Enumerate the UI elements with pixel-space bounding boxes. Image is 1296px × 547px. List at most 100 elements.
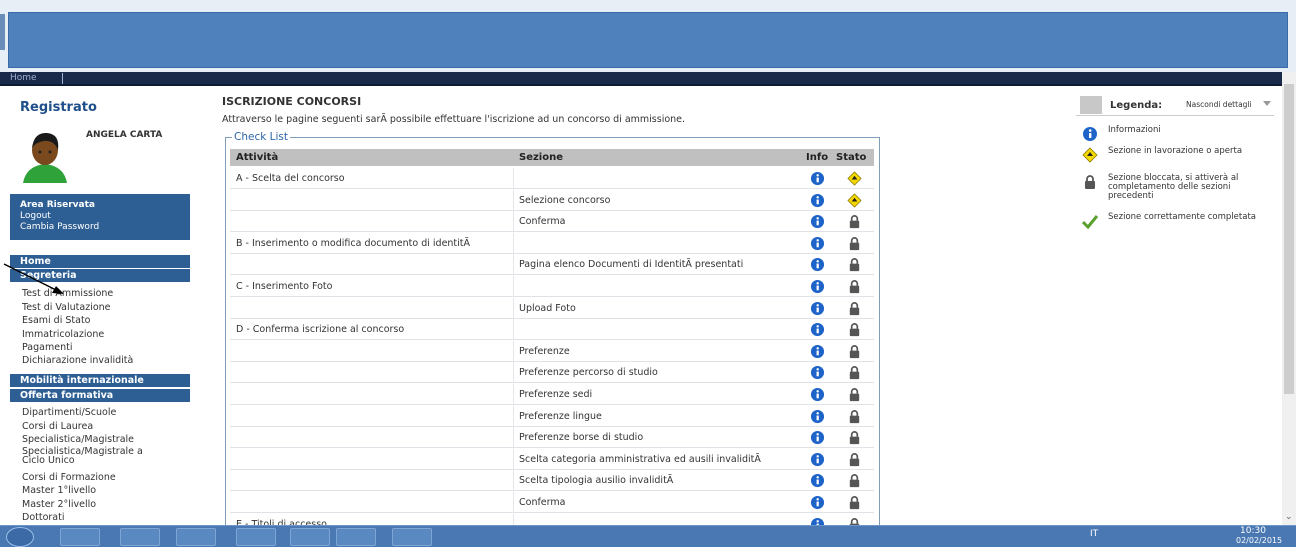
sidebar-section-mobilita[interactable]: Mobilità internazionale — [10, 374, 190, 387]
row-section-link[interactable]: Pagina elenco Documenti di IdentitÃ pres… — [519, 259, 743, 270]
column-separator — [513, 427, 514, 449]
sidebar-item-master-1[interactable]: Master 1°livello — [22, 485, 96, 496]
row-section-link[interactable]: Scelta categoria amministrativa ed ausil… — [519, 454, 761, 465]
column-separator — [513, 405, 514, 427]
info-icon[interactable] — [810, 387, 825, 402]
start-button[interactable] — [6, 527, 34, 547]
column-separator — [513, 168, 514, 189]
column-separator — [513, 232, 514, 254]
header-banner — [8, 12, 1288, 68]
info-icon[interactable] — [810, 171, 825, 186]
column-attivita: Attività — [236, 152, 279, 163]
taskbar-outlook-icon[interactable] — [236, 528, 276, 546]
lock-icon — [849, 409, 860, 423]
table-row: Upload Foto — [230, 297, 874, 319]
lock-icon — [849, 301, 860, 315]
sidebar-item-dichiarazione-invalidita[interactable]: Dichiarazione invalidità — [22, 355, 133, 366]
table-header: Attività Sezione Info Stato — [230, 149, 874, 166]
open-section-icon — [847, 193, 862, 208]
info-icon[interactable] — [810, 257, 825, 272]
row-section-link[interactable]: Preferenze — [519, 346, 570, 357]
clock-time[interactable]: 10:30 — [1240, 526, 1266, 536]
column-separator — [513, 362, 514, 384]
info-icon[interactable] — [810, 344, 825, 359]
table-row: Preferenze — [230, 340, 874, 362]
table-row: A - Scelta del concorso — [230, 168, 874, 189]
table-row: Scelta tipologia ausilio invaliditÃ — [230, 470, 874, 492]
lock-icon — [849, 280, 860, 294]
table-row: Preferenze lingue — [230, 405, 874, 427]
legend-text-open: Sezione in lavorazione o aperta — [1108, 146, 1243, 156]
sidebar-item-specialistica[interactable]: Specialistica/Magistrale — [22, 434, 134, 445]
legend-title: Legenda: — [1110, 100, 1163, 111]
column-separator — [513, 448, 514, 470]
row-section-link[interactable]: Selezione concorso — [519, 195, 610, 206]
info-icon[interactable] — [810, 365, 825, 380]
table-row: Scelta categoria amministrativa ed ausil… — [230, 448, 874, 470]
vertical-scrollbar[interactable]: ⌄ — [1282, 72, 1296, 525]
info-icon[interactable] — [810, 473, 825, 488]
sidebar-item-test-valutazione[interactable]: Test di Valutazione — [22, 302, 111, 313]
info-icon[interactable] — [810, 452, 825, 467]
clock-date[interactable]: 02/02/2015 — [1236, 536, 1282, 545]
topnav-home-link[interactable]: Home — [10, 73, 37, 83]
info-icon[interactable] — [810, 495, 825, 510]
top-nav: Home — [0, 72, 1282, 86]
sidebar-item-dipartimenti[interactable]: Dipartimenti/Scuole — [22, 407, 116, 418]
row-section-link[interactable]: Preferenze lingue — [519, 411, 602, 422]
row-section-link[interactable]: Upload Foto — [519, 303, 576, 314]
info-icon[interactable] — [810, 409, 825, 424]
table-row: C - Inserimento Foto — [230, 276, 874, 297]
info-icon[interactable] — [810, 236, 825, 251]
info-icon[interactable] — [810, 193, 825, 208]
column-separator — [513, 211, 514, 233]
info-icon[interactable] — [810, 301, 825, 316]
avatar — [20, 128, 70, 183]
info-icon[interactable] — [810, 430, 825, 445]
lock-icon — [849, 388, 860, 402]
tray-language[interactable]: IT — [1090, 529, 1098, 539]
sidebar-item-master-2[interactable]: Master 2°livello — [22, 499, 96, 510]
open-section-icon — [1082, 147, 1098, 163]
sidebar-item-immatricolazione[interactable]: Immatricolazione — [22, 329, 104, 340]
sidebar-item-corsi-laurea[interactable]: Corsi di Laurea — [22, 421, 93, 432]
topnav-separator — [62, 73, 63, 84]
taskbar-folder-icon[interactable] — [290, 528, 330, 546]
page-intro: Attraverso le pagine seguenti sarÃ possi… — [222, 114, 686, 125]
change-password-link[interactable]: Cambia Password — [20, 222, 180, 233]
sidebar-item-specialistica-ciclo-unico[interactable]: Specialistica/Magistrale a Ciclo Unico — [22, 447, 143, 466]
sidebar-section-offerta[interactable]: Offerta formativa — [10, 389, 190, 402]
sidebar-item-pagamenti[interactable]: Pagamenti — [22, 342, 72, 353]
row-activity: B - Inserimento o modifica documento di … — [236, 237, 471, 249]
table-row: Conferma — [230, 211, 874, 233]
sidebar-item-esami-stato[interactable]: Esami di Stato — [22, 315, 91, 326]
lock-icon — [849, 344, 860, 358]
row-section-link[interactable]: Preferenze borse di studio — [519, 432, 643, 443]
row-section-link[interactable]: Conferma — [519, 216, 565, 227]
column-separator — [513, 297, 514, 319]
sidebar-item-corsi-formazione[interactable]: Corsi di Formazione — [22, 472, 116, 483]
info-icon[interactable] — [810, 322, 825, 337]
logout-link[interactable]: Logout — [20, 211, 180, 222]
taskbar-app-icon[interactable] — [120, 528, 160, 546]
row-activity: D - Conferma iscrizione al concorso — [236, 324, 405, 336]
legend-toggle-link[interactable]: Nascondi dettagli — [1186, 100, 1252, 109]
scroll-down-icon[interactable]: ⌄ — [1285, 512, 1293, 522]
info-icon[interactable] — [810, 214, 825, 229]
row-section-link[interactable]: Conferma — [519, 497, 565, 508]
taskbar-window-icon[interactable] — [392, 528, 432, 546]
legend-panel: Legenda: Nascondi dettagli Informazioni … — [1072, 94, 1280, 234]
chevron-down-icon[interactable] — [1263, 101, 1271, 106]
row-section-link[interactable]: Scelta tipologia ausilio invaliditÃ — [519, 475, 673, 486]
taskbar-media-icon[interactable] — [176, 528, 216, 546]
row-section-link[interactable]: Preferenze sedi — [519, 389, 592, 400]
info-icon[interactable] — [810, 279, 825, 294]
scroll-thumb[interactable] — [1284, 84, 1294, 394]
taskbar-ie-icon[interactable] — [336, 528, 376, 546]
reserved-area-block: Area Riservata Logout Cambia Password — [10, 194, 190, 240]
reserved-area-link[interactable]: Area Riservata — [20, 200, 180, 211]
column-separator — [513, 276, 514, 297]
row-section-link[interactable]: Preferenze percorso di studio — [519, 367, 658, 378]
taskbar-explorer-icon[interactable] — [60, 528, 100, 546]
sidebar-item-dottorati[interactable]: Dottorati — [22, 512, 64, 523]
